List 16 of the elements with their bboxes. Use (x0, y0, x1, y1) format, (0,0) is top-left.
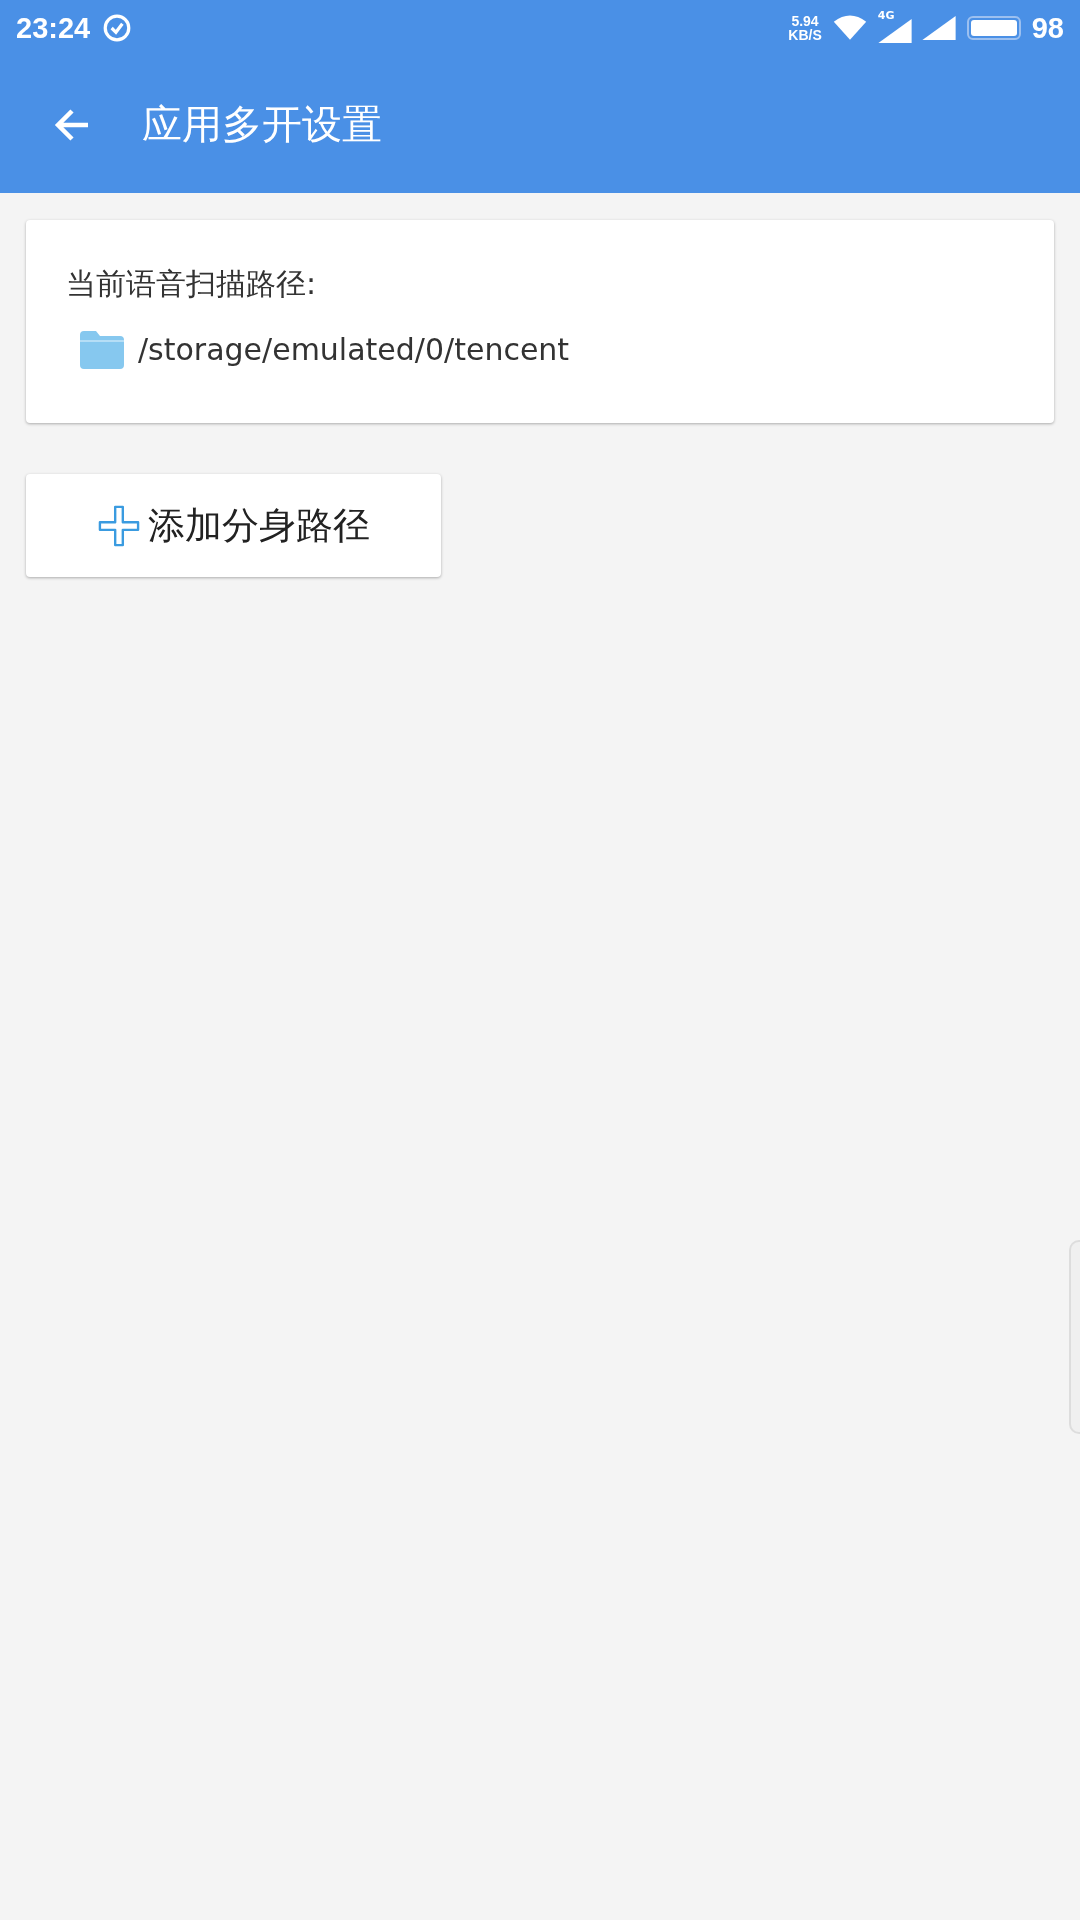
battery-icon (965, 15, 1022, 41)
signal-icon (877, 19, 912, 43)
scan-path: /storage/emulated/0/tencent (138, 331, 570, 367)
status-time: 23:24 (16, 11, 91, 45)
network-type: 4G (877, 9, 895, 22)
wifi-icon (831, 14, 868, 42)
signal-icon (921, 16, 956, 40)
network-speed: 5.94 (791, 14, 819, 28)
folder-icon (78, 329, 126, 369)
plus-icon (97, 504, 140, 547)
add-path-button[interactable]: 添加分身路径 (26, 474, 441, 577)
battery-level: 98 (1031, 11, 1064, 45)
scan-path-label: 当前语音扫描路径: (66, 265, 318, 303)
check-circle-icon (102, 13, 133, 43)
network-speed-unit: KB/S (788, 28, 822, 42)
page-title: 应用多开设置 (142, 100, 382, 149)
